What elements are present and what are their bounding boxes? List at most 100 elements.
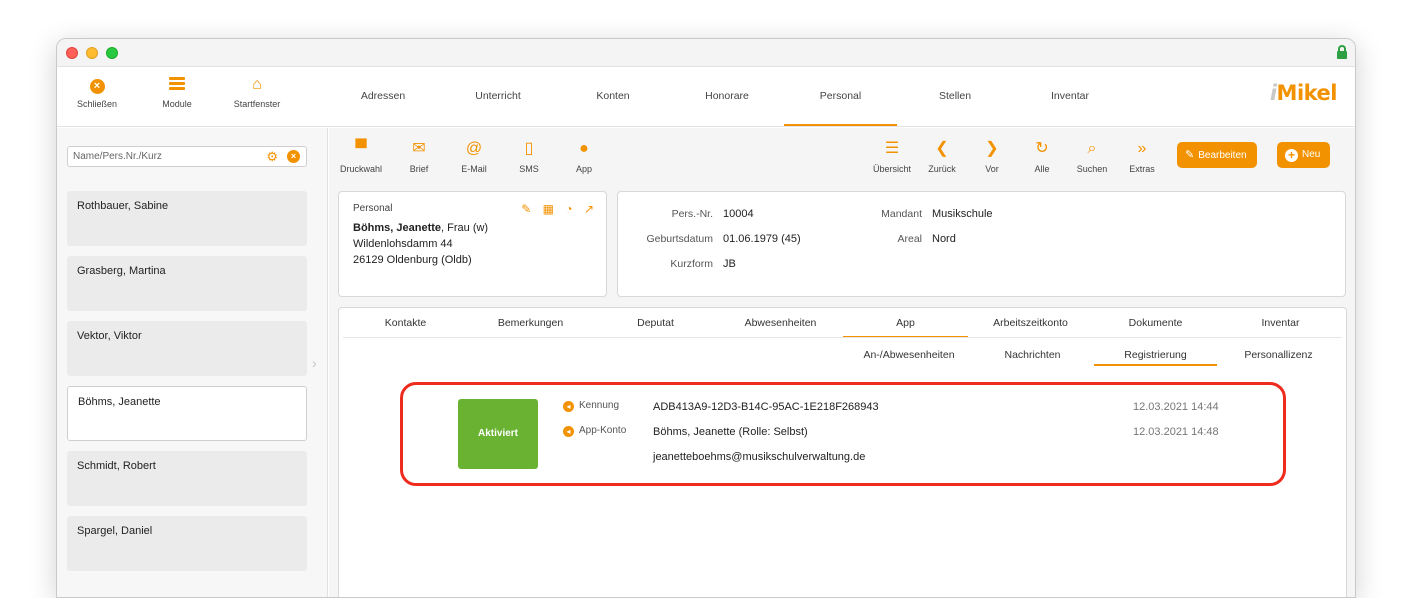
person-street: Wildenlohsdamm 44 [353, 238, 453, 250]
external-link-icon[interactable]: ↗ [584, 202, 594, 216]
account-value: Böhms, Jeanette (Rolle: Selbst) [653, 426, 808, 438]
clock-icon[interactable]: ◔ [565, 202, 572, 216]
nav-tab-lessons[interactable]: Unterricht [455, 67, 541, 126]
subtab-messages[interactable]: Nachrichten [971, 348, 1094, 366]
short-form-label: Kurzform [670, 258, 713, 270]
person-list-item[interactable]: Vektor, Viktor [67, 321, 307, 376]
search-field[interactable]: ⚙ × [67, 146, 307, 167]
forward-button[interactable]: ❯ Vor [967, 140, 1017, 174]
print-button[interactable]: ▀ Druckwahl [336, 140, 386, 174]
short-form-value: JB [723, 258, 736, 270]
chevron-left-icon: ❮ [935, 140, 949, 157]
person-list-item[interactable]: Schmidt, Robert [67, 451, 307, 506]
info-card: Pers.-Nr. 10004 Geburtsdatum 01.06.1979 … [617, 191, 1346, 297]
nav-tab-personnel[interactable]: Personal [784, 67, 897, 126]
all-button[interactable]: ↻ Alle [1017, 140, 1067, 174]
arrow-left-icon[interactable]: ◂ [563, 426, 574, 437]
arrow-left-icon[interactable]: ◂ [563, 401, 574, 412]
client-label: Mandant [881, 208, 922, 220]
birth-date-value: 01.06.1979 (45) [723, 233, 801, 245]
double-chevron-icon: » [1137, 140, 1147, 157]
modules-button[interactable]: Module [157, 77, 197, 109]
at-icon: @ [465, 140, 483, 157]
search-input[interactable] [73, 149, 253, 164]
detail-panel: Kontakte Bemerkungen Deputat Abwesenheit… [338, 307, 1347, 597]
chat-icon: ● [579, 140, 589, 157]
app-button[interactable]: ● App [559, 140, 609, 174]
search-icon: ⌕ [1087, 140, 1097, 157]
person-list-item[interactable]: Rothbauer, Sabine [67, 191, 307, 246]
person-list-item[interactable]: Spargel, Daniel [67, 516, 307, 571]
pers-nr-value: 10004 [723, 208, 754, 220]
title-bar [57, 39, 1355, 67]
tab-inventory[interactable]: Inventar [1218, 316, 1343, 338]
close-window-button[interactable] [66, 47, 78, 59]
phone-icon: ▯ [524, 140, 534, 157]
list-icon: ☰ [884, 140, 900, 157]
clear-search-icon[interactable]: × [287, 150, 300, 163]
chevron-right-icon: › [312, 355, 317, 371]
personal-card: Personal ✎ ▦ ◔ ↗ Böhms, Jeanette, Frau (… [338, 191, 607, 297]
person-city: 26129 Oldenburg (Oldb) [353, 254, 472, 266]
extras-button[interactable]: » Extras [1117, 140, 1167, 174]
refresh-icon: ↻ [1035, 140, 1049, 157]
lock-icon [1337, 45, 1347, 59]
calendar-icon[interactable]: ▦ [543, 202, 554, 216]
home-icon: ⌂ [252, 76, 262, 93]
search-button[interactable]: ⌕ Suchen [1067, 140, 1117, 174]
pers-nr-label: Pers.-Nr. [671, 208, 713, 220]
tab-remarks[interactable]: Bemerkungen [468, 316, 593, 338]
person-sidebar: ⚙ × Rothbauer, Sabine Grasberg, Martina … [57, 128, 328, 597]
client-value: Musikschule [932, 208, 993, 220]
person-list-item-selected[interactable]: Böhms, Jeanette [67, 386, 307, 441]
tab-working-time[interactable]: Arbeitszeitkonto [968, 316, 1093, 338]
printer-icon: ▀ [355, 140, 367, 157]
nav-tab-addresses[interactable]: Adressen [340, 67, 426, 126]
plus-icon: + [1285, 149, 1298, 162]
minimize-window-button[interactable] [86, 47, 98, 59]
id-value: ADB413A9-12D3-B14C-95AC-1E218F268943 [653, 401, 879, 413]
tab-contacts[interactable]: Kontakte [343, 316, 468, 338]
menu-icon [157, 77, 197, 93]
close-button[interactable]: × Schließen [75, 77, 119, 109]
activated-badge: Aktiviert [458, 399, 538, 469]
nav-tab-inventory[interactable]: Inventar [1027, 67, 1113, 126]
back-button[interactable]: ❮ Zurück [917, 140, 967, 174]
edit-button[interactable]: ✎ Bearbeiten [1177, 142, 1257, 168]
letter-button[interactable]: ✉ Brief [394, 140, 444, 174]
pencil-icon: ✎ [1185, 149, 1195, 161]
sms-button[interactable]: ▯ SMS [504, 140, 554, 174]
zoom-window-button[interactable] [106, 47, 118, 59]
main-toolbar: × Schließen Module ⌂ Startfenster Adress… [57, 67, 1355, 127]
overview-button[interactable]: ☰ Übersicht [867, 140, 917, 174]
tab-app[interactable]: App [843, 316, 968, 338]
tab-deputat[interactable]: Deputat [593, 316, 718, 338]
start-window-button[interactable]: ⌂ Startfenster [227, 76, 287, 110]
person-list-item[interactable]: Grasberg, Martina [67, 256, 307, 311]
nav-tab-accounts[interactable]: Konten [570, 67, 656, 126]
envelope-icon: ✉ [412, 140, 426, 157]
email-button[interactable]: @ E-Mail [449, 140, 499, 174]
birth-date-label: Geburtsdatum [646, 233, 713, 245]
tab-absences[interactable]: Abwesenheiten [718, 316, 843, 338]
id-label: Kennung [579, 400, 620, 411]
gear-icon[interactable]: ⚙ [266, 150, 278, 163]
area-label: Areal [897, 233, 922, 245]
new-button[interactable]: + Neu [1277, 142, 1331, 168]
subtab-license[interactable]: Personallizenz [1217, 348, 1340, 366]
chevron-right-icon: ❯ [985, 140, 999, 157]
account-date: 12.03.2021 14:48 [1133, 426, 1219, 438]
account-label: App-Konto [579, 425, 627, 436]
account-email: jeanetteboehms@musikschulverwaltung.de [653, 451, 866, 463]
pencil-icon[interactable]: ✎ [521, 202, 531, 216]
app-window: × Schließen Module ⌂ Startfenster Adress… [56, 38, 1356, 598]
nav-tab-fees[interactable]: Honorare [684, 67, 770, 126]
main-area: ▀ Druckwahl ✉ Brief @ E-Mail ▯ SMS ● App ☰ Übe… [329, 128, 1355, 597]
close-icon: × [75, 77, 119, 94]
subtab-registration[interactable]: Registrierung [1094, 348, 1217, 366]
subtab-presence[interactable]: An-/Abwesenheiten [847, 348, 971, 366]
id-date: 12.03.2021 14:44 [1133, 401, 1219, 413]
person-salutation: , Frau (w) [441, 222, 489, 234]
nav-tab-positions[interactable]: Stellen [912, 67, 998, 126]
tab-documents[interactable]: Dokumente [1093, 316, 1218, 338]
